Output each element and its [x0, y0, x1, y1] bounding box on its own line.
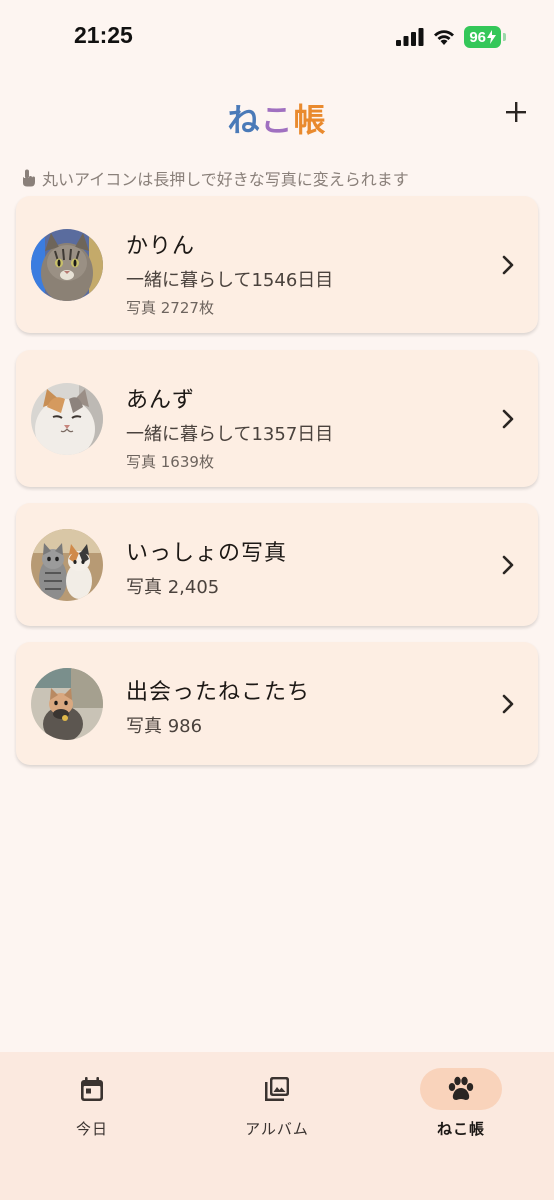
photo-album-icon	[265, 1077, 289, 1101]
street-cat-photo	[31, 668, 103, 740]
days-together: 一緒に暮らして1546日目	[126, 270, 334, 291]
chevron-right-icon	[502, 409, 514, 429]
avatar-karin[interactable]	[31, 229, 103, 301]
tab-label: アルバム	[245, 1120, 309, 1138]
tab-label: 今日	[75, 1120, 108, 1138]
photo-count: 写真 2,405	[126, 577, 220, 598]
paw-icon	[448, 1076, 474, 1100]
days-together: 一緒に暮らして1357日目	[126, 424, 334, 445]
cat-card-anzu[interactable]: あんず 一緒に暮らして1357日目 写真 1639枚	[16, 350, 538, 487]
battery-indicator: 96	[464, 26, 501, 48]
wifi-icon	[434, 30, 455, 45]
chevron-right-icon	[502, 555, 514, 575]
album-name: 出会ったねこたち	[126, 680, 311, 705]
title-char-ko: こ	[260, 101, 294, 139]
add-button[interactable]	[494, 90, 538, 134]
calendar-icon	[81, 1077, 103, 1101]
status-time: 21:25	[74, 22, 133, 48]
cat-name: あんず	[126, 388, 196, 413]
tabby-cat-photo	[31, 229, 103, 301]
battery-cap	[503, 33, 506, 41]
title-char-ne: ね	[227, 101, 261, 139]
tab-neko-chou[interactable]: ねこ帳	[401, 1068, 521, 1139]
cat-name: かりん	[126, 234, 196, 259]
tab-icon-container	[51, 1068, 133, 1110]
app-title: ねこ帳	[0, 95, 554, 141]
photo-count: 写真 1639枚	[126, 453, 214, 471]
status-bar: 21:25 96	[0, 0, 554, 76]
long-press-hint: 丸いアイコンは長押しで好きな写真に変えられます	[22, 166, 409, 190]
tab-icon-container	[236, 1068, 318, 1110]
avatar-anzu[interactable]	[31, 383, 103, 455]
calico-cat-photo	[31, 383, 103, 455]
chevron-right-icon	[502, 255, 514, 275]
tab-today[interactable]: 今日	[32, 1068, 152, 1139]
signal-icon	[396, 28, 424, 46]
tab-album[interactable]: アルバム	[217, 1068, 337, 1139]
avatar-met-cats[interactable]	[31, 668, 103, 740]
status-icons: 96	[396, 26, 506, 48]
album-card-together[interactable]: いっしょの写真 写真 2,405	[16, 503, 538, 626]
battery-level: 96	[469, 28, 486, 46]
photo-count: 写真 2727枚	[126, 299, 214, 317]
bottom-tab-bar: 今日 アルバム ねこ帳	[0, 1052, 554, 1200]
avatar-together[interactable]	[31, 529, 103, 601]
tab-label: ねこ帳	[436, 1120, 485, 1138]
album-name: いっしょの写真	[126, 541, 288, 566]
charging-bolt-icon	[487, 30, 496, 44]
cat-card-karin[interactable]: かりん 一緒に暮らして1546日目 写真 2727枚	[16, 196, 538, 333]
active-tab-indicator	[420, 1068, 502, 1110]
photo-count: 写真 986	[126, 716, 203, 737]
two-cats-photo	[31, 529, 103, 601]
plus-icon	[506, 102, 526, 122]
title-char-chou: 帳	[293, 101, 327, 139]
album-card-met-cats[interactable]: 出会ったねこたち 写真 986	[16, 642, 538, 765]
touch-hand-icon	[23, 169, 35, 187]
hint-text: 丸いアイコンは長押しで好きな写真に変えられます	[42, 170, 409, 189]
chevron-right-icon	[502, 694, 514, 714]
